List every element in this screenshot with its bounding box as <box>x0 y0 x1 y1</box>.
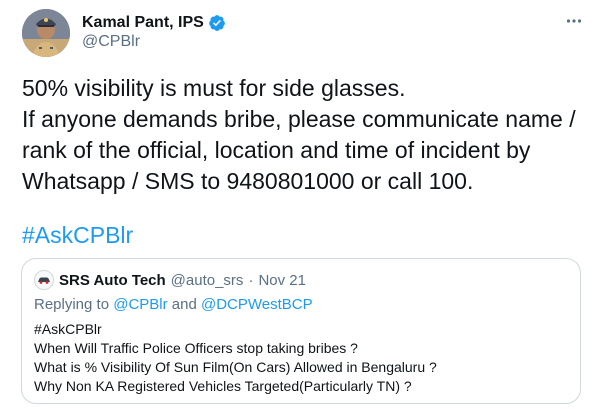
quoted-tweet[interactable]: SRS Auto Tech @auto_srs · Nov 21 Replyin… <box>21 258 581 404</box>
tweet-text-line: Whatsapp / SMS to 9480801000 or call 100… <box>22 168 474 194</box>
author-avatar[interactable] <box>22 9 70 57</box>
more-options-button[interactable] <box>561 12 587 30</box>
quoted-text-line: #AskCPBlr <box>34 321 102 337</box>
author-display-name[interactable]: Kamal Pant, IPS <box>82 14 204 32</box>
tweet-text-line: rank of the official, location and time … <box>22 137 531 163</box>
quoted-text-line: Why Non KA Registered Vehicles Targeted(… <box>34 378 412 394</box>
replying-to-prefix: Replying to <box>34 296 110 313</box>
replying-to-user-link[interactable]: @DCPWestBCP <box>201 296 313 313</box>
avatar-image <box>22 9 70 57</box>
tweet-card: Kamal Pant, IPS @CPBlr 50% visibility is… <box>0 0 600 409</box>
author-handle[interactable]: @CPBlr <box>82 33 140 51</box>
quoted-date[interactable]: Nov 21 <box>258 272 306 289</box>
quoted-tweet-text: #AskCPBlr When Will Traffic Police Offic… <box>34 320 437 396</box>
quoted-replying-to: Replying to @CPBlr and @DCPWestBCP <box>34 296 313 313</box>
quoted-separator: · <box>248 271 254 289</box>
quoted-author-handle: @auto_srs <box>170 271 244 289</box>
tweet-text: 50% visibility is must for side glasses.… <box>22 73 592 197</box>
tweet-hashtag-link[interactable]: #AskCPBlr <box>22 220 133 251</box>
quoted-author-avatar[interactable] <box>34 270 54 290</box>
quoted-author-name: SRS Auto Tech <box>59 271 166 289</box>
car-logo-icon <box>38 277 50 284</box>
quoted-text-line: When Will Traffic Police Officers stop t… <box>34 340 358 356</box>
replying-to-and: and <box>171 296 197 313</box>
quoted-tweet-header: SRS Auto Tech @auto_srs · Nov 21 <box>34 270 306 290</box>
replying-to-user-link[interactable]: @CPBlr <box>113 296 167 313</box>
quoted-text-line: What is % Visibility Of Sun Film(On Cars… <box>34 359 437 375</box>
more-horizontal-icon <box>566 19 582 23</box>
verified-badge-icon <box>208 14 226 32</box>
author-name-row: Kamal Pant, IPS <box>82 12 226 34</box>
tweet-text-line: If anyone demands bribe, please communic… <box>22 106 576 132</box>
tweet-text-line: 50% visibility is must for side glasses. <box>22 75 406 101</box>
